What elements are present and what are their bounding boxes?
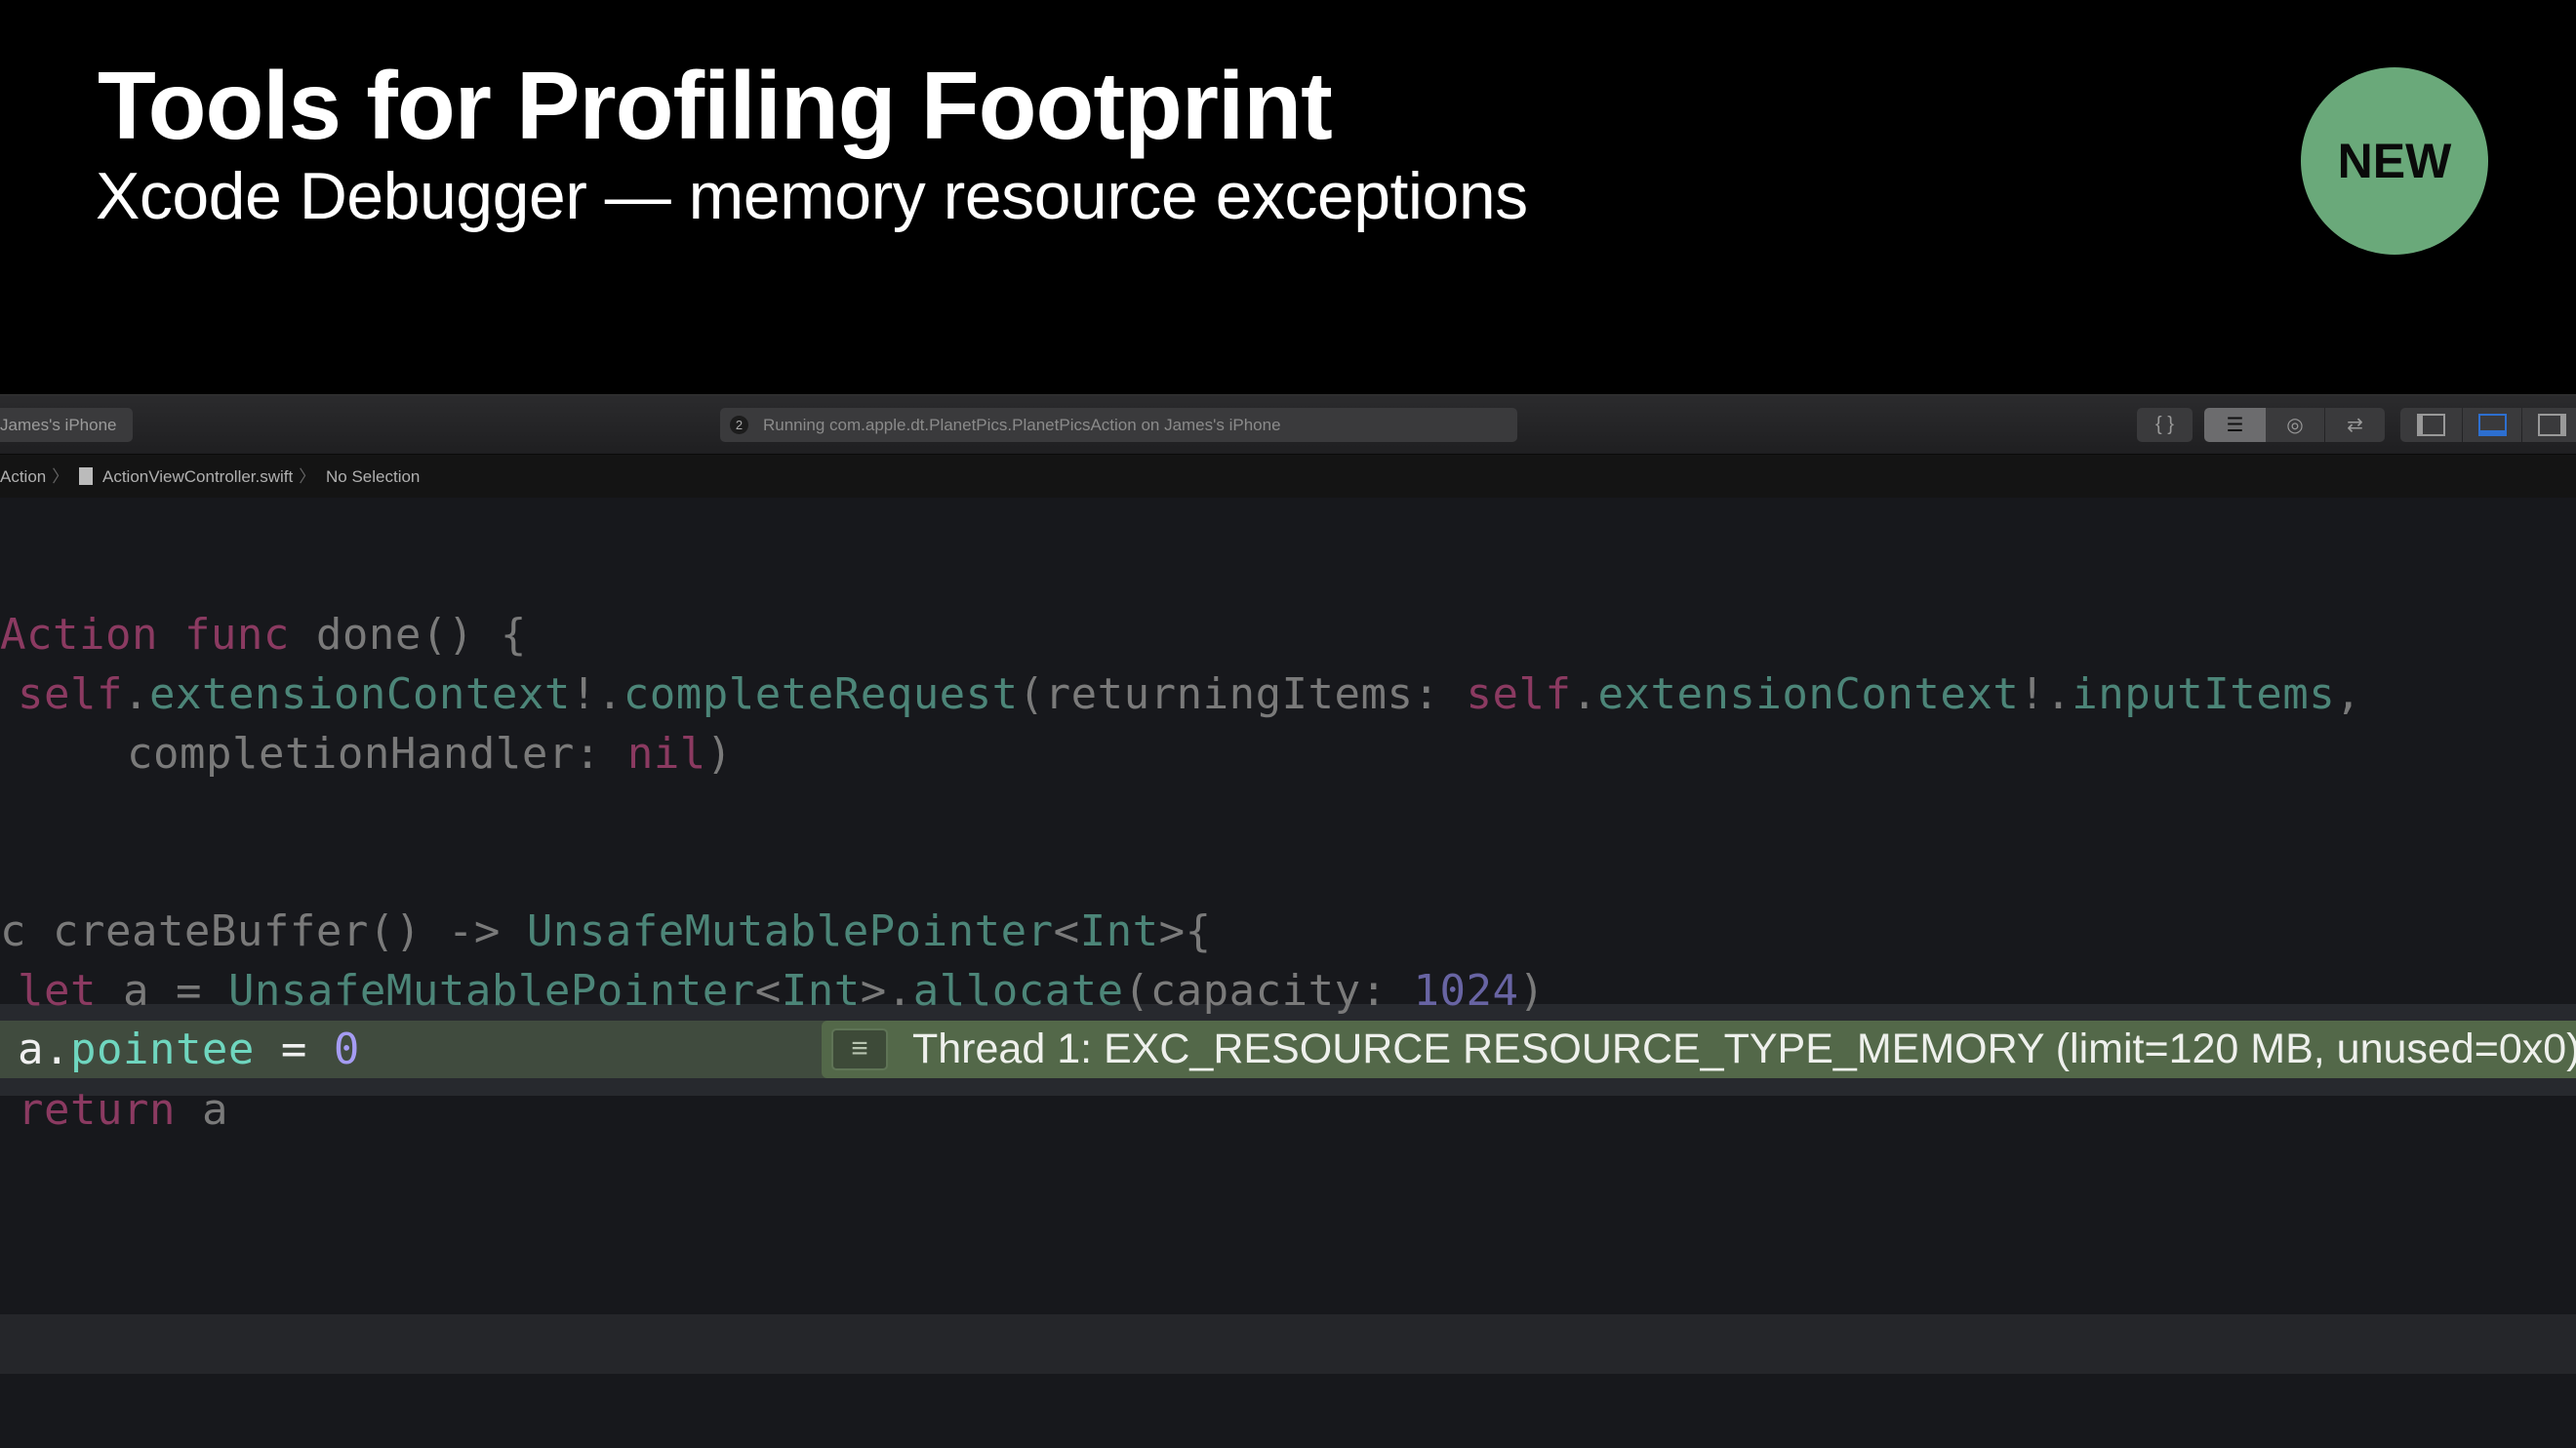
code-line-current: a.pointee = 0	[18, 1025, 360, 1074]
breadcrumb-item[interactable]: No Selection	[326, 467, 420, 486]
debug-bar	[0, 1314, 2576, 1374]
activity-count-badge: 2	[730, 416, 748, 434]
slide-title: Tools for Profiling Footprint	[98, 52, 1333, 159]
standard-editor-icon[interactable]: ☰	[2204, 408, 2266, 442]
code-line: c createBuffer() -> UnsafeMutablePointer…	[0, 906, 1212, 956]
debug-area-toggle-icon[interactable]	[2463, 408, 2521, 442]
navigator-toggle-icon[interactable]	[2400, 408, 2462, 442]
list-icon[interactable]: ≡	[831, 1028, 888, 1070]
assistant-editor-icon[interactable]: ◎	[2266, 408, 2324, 442]
xcode-toolbar: James's iPhone 2 Running com.apple.dt.Pl…	[0, 394, 2576, 454]
exception-annotation[interactable]: ≡ Thread 1: EXC_RESOURCE RESOURCE_TYPE_M…	[822, 1021, 2576, 1078]
source-editor[interactable]: Action func done() { self.extensionConte…	[0, 498, 2576, 1448]
scheme-destination-selector[interactable]: James's iPhone	[0, 408, 133, 442]
code-line: completionHandler: nil)	[127, 729, 733, 779]
swift-file-icon	[78, 467, 93, 485]
breadcrumb-item[interactable]: Action	[0, 467, 46, 486]
jump-bar: Action 〉 ActionViewController.swift 〉 No S…	[0, 454, 2576, 498]
slide-subtitle: Xcode Debugger — memory resource excepti…	[96, 159, 1528, 233]
breadcrumb-item[interactable]: ActionViewController.swift	[102, 467, 293, 486]
code-line: self.extensionContext!.completeRequest(r…	[18, 669, 2362, 719]
activity-viewer: 2 Running com.apple.dt.PlanetPics.Planet…	[720, 408, 1517, 442]
inspector-toggle-icon[interactable]	[2522, 408, 2576, 442]
activity-status: Running com.apple.dt.PlanetPics.PlanetPi…	[763, 416, 1281, 434]
exception-message: Thread 1: EXC_RESOURCE RESOURCE_TYPE_MEM…	[912, 1026, 2576, 1072]
braces-icon[interactable]: { }	[2137, 408, 2193, 442]
line-band	[0, 1078, 2576, 1096]
code-line: let a = UnsafeMutablePointer<Int>.alloca…	[18, 966, 1546, 1016]
code-line: return a	[18, 1085, 228, 1135]
version-editor-icon[interactable]: ⇄	[2325, 408, 2385, 442]
new-badge: NEW	[2301, 67, 2488, 255]
code-line: Action func done() {	[0, 610, 527, 660]
